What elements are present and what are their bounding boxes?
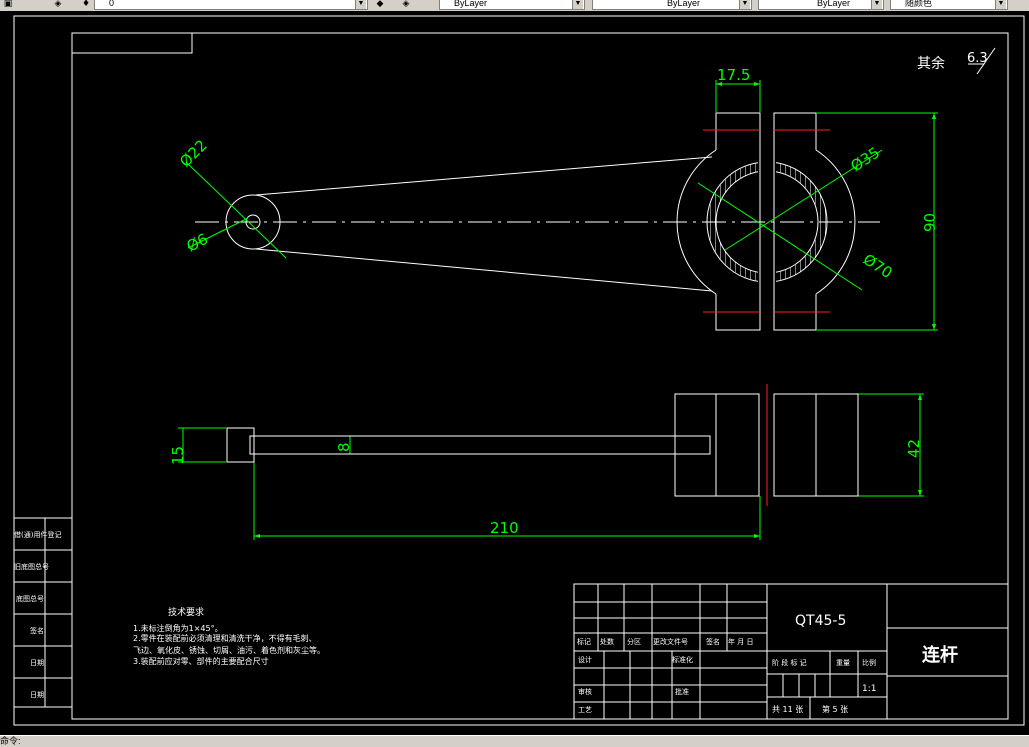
tb-process: 工艺 <box>578 706 592 714</box>
chevron-down-icon[interactable]: ▼ <box>871 0 882 9</box>
color-dropdown[interactable]: ByLayer ▼ <box>439 0 585 10</box>
lineweight-value: ByLayer <box>817 0 851 8</box>
side-view <box>226 393 859 497</box>
dimension-arrows <box>254 82 936 538</box>
tb-approve: 批准 <box>675 687 689 696</box>
dim-height-15: 15 <box>169 446 187 465</box>
tech-line: 3.装配前应对零、部件的主要配合尺寸 <box>133 656 269 666</box>
layer-previous-icon[interactable]: ◈ <box>400 0 412 9</box>
dim-dia-22: Ø22 <box>176 136 211 171</box>
plotstyle-value: 随颜色 <box>905 0 933 8</box>
tb-row-label: 签名 <box>706 637 720 646</box>
layer-states-icon[interactable]: ◈ <box>52 0 64 9</box>
tb-sheet-no: 第 5 张 <box>822 704 848 714</box>
dimension-texts: 17.5 90 Ø35 Ø70 Ø22 Ø6 15 8 42 210 <box>169 66 939 537</box>
dim-dia-6: Ø6 <box>184 230 211 256</box>
tb-scale: 1:1 <box>862 684 876 694</box>
plotstyle-dropdown[interactable]: 随颜色 ▼ <box>890 0 1008 10</box>
chevron-down-icon[interactable]: ▼ <box>739 0 750 9</box>
roughness-note: 其余 <box>917 55 945 72</box>
dim-dia-70: Ø70 <box>860 250 896 282</box>
tb-review: 审核 <box>578 687 592 696</box>
tb-row-label: 分区 <box>627 637 641 646</box>
make-layer-current-icon[interactable]: ◆ <box>374 0 386 9</box>
tb-part-name: 连杆 <box>922 644 958 666</box>
side-label: 借(通)用件登记 <box>14 530 61 539</box>
tb-stage-header: 阶 段 标 记 <box>772 658 807 667</box>
chevron-down-icon[interactable]: ▼ <box>995 0 1006 9</box>
chevron-down-icon[interactable]: ▼ <box>355 0 366 9</box>
side-label: 旧底图总号 <box>14 562 49 571</box>
dim-height-42: 42 <box>905 439 923 458</box>
color-value: ByLayer <box>454 0 488 8</box>
tb-design: 设计 <box>578 655 592 664</box>
side-label: 日期 <box>30 691 44 699</box>
command-line[interactable]: 命令: <box>0 735 1029 747</box>
cad-drawing: 借(通)用件登记 旧底图总号 底图总号 签名 日期 日期 其余 6.3 17.5… <box>13 15 1025 726</box>
linetype-value: ByLayer <box>667 0 701 8</box>
tech-title: 技术要求 <box>168 606 204 618</box>
chevron-down-icon[interactable]: ▼ <box>572 0 583 9</box>
dim-thick-8: 8 <box>335 442 353 452</box>
side-label: 日期 <box>30 659 44 667</box>
layer-manager-icon[interactable]: ▣ <box>2 0 14 9</box>
linetype-dropdown[interactable]: ByLayer ▼ <box>592 0 752 10</box>
lineweight-dropdown[interactable]: ByLayer ▼ <box>758 0 884 10</box>
side-label: 底图总号 <box>16 594 44 603</box>
tb-material: QT45-5 <box>795 613 846 629</box>
tb-weight-header: 重量 <box>836 659 850 667</box>
tech-line: 飞边、氧化皮、锈蚀、切屑、油污、着色剂和灰尘等。 <box>133 645 325 655</box>
tb-row-label: 更改文件号 <box>653 637 688 646</box>
tech-line: 1.未标注倒角为1×45°。 <box>133 623 223 633</box>
lightbulb-icon[interactable]: ♦ <box>80 0 92 9</box>
dim-height-90: 90 <box>921 213 939 232</box>
layer-value: 0 <box>109 0 115 8</box>
dim-dia-35: Ø35 <box>847 143 883 175</box>
dim-width-top: 17.5 <box>717 66 750 84</box>
tb-standardize: 标准化 <box>672 655 693 664</box>
tb-row-label: 处数 <box>600 637 614 646</box>
tb-row-label: 年 月 日 <box>728 637 753 646</box>
command-prompt: 命令: <box>0 736 21 746</box>
drawing-frame <box>13 15 1025 726</box>
dim-length-210: 210 <box>490 519 519 537</box>
tb-scale-header: 比例 <box>862 658 876 667</box>
tb-sheets-total: 共 11 张 <box>772 705 803 714</box>
left-side-table <box>13 517 73 708</box>
layer-dropdown[interactable]: 0 ▼ <box>94 0 368 10</box>
drawing-canvas[interactable]: 借(通)用件登记 旧底图总号 底图总号 签名 日期 日期 其余 6.3 17.5… <box>0 11 1029 735</box>
tech-line: 2.零件在装配前必须清理和清洗干净，不得有毛刺、 <box>133 633 317 643</box>
tech-requirements: 技术要求 1.未标注倒角为1×45°。 2.零件在装配前必须清理和清洗干净，不得… <box>133 606 325 666</box>
dimensions <box>178 80 938 540</box>
side-label: 签名 <box>30 626 44 635</box>
tb-row-label: 标记 <box>577 637 591 646</box>
